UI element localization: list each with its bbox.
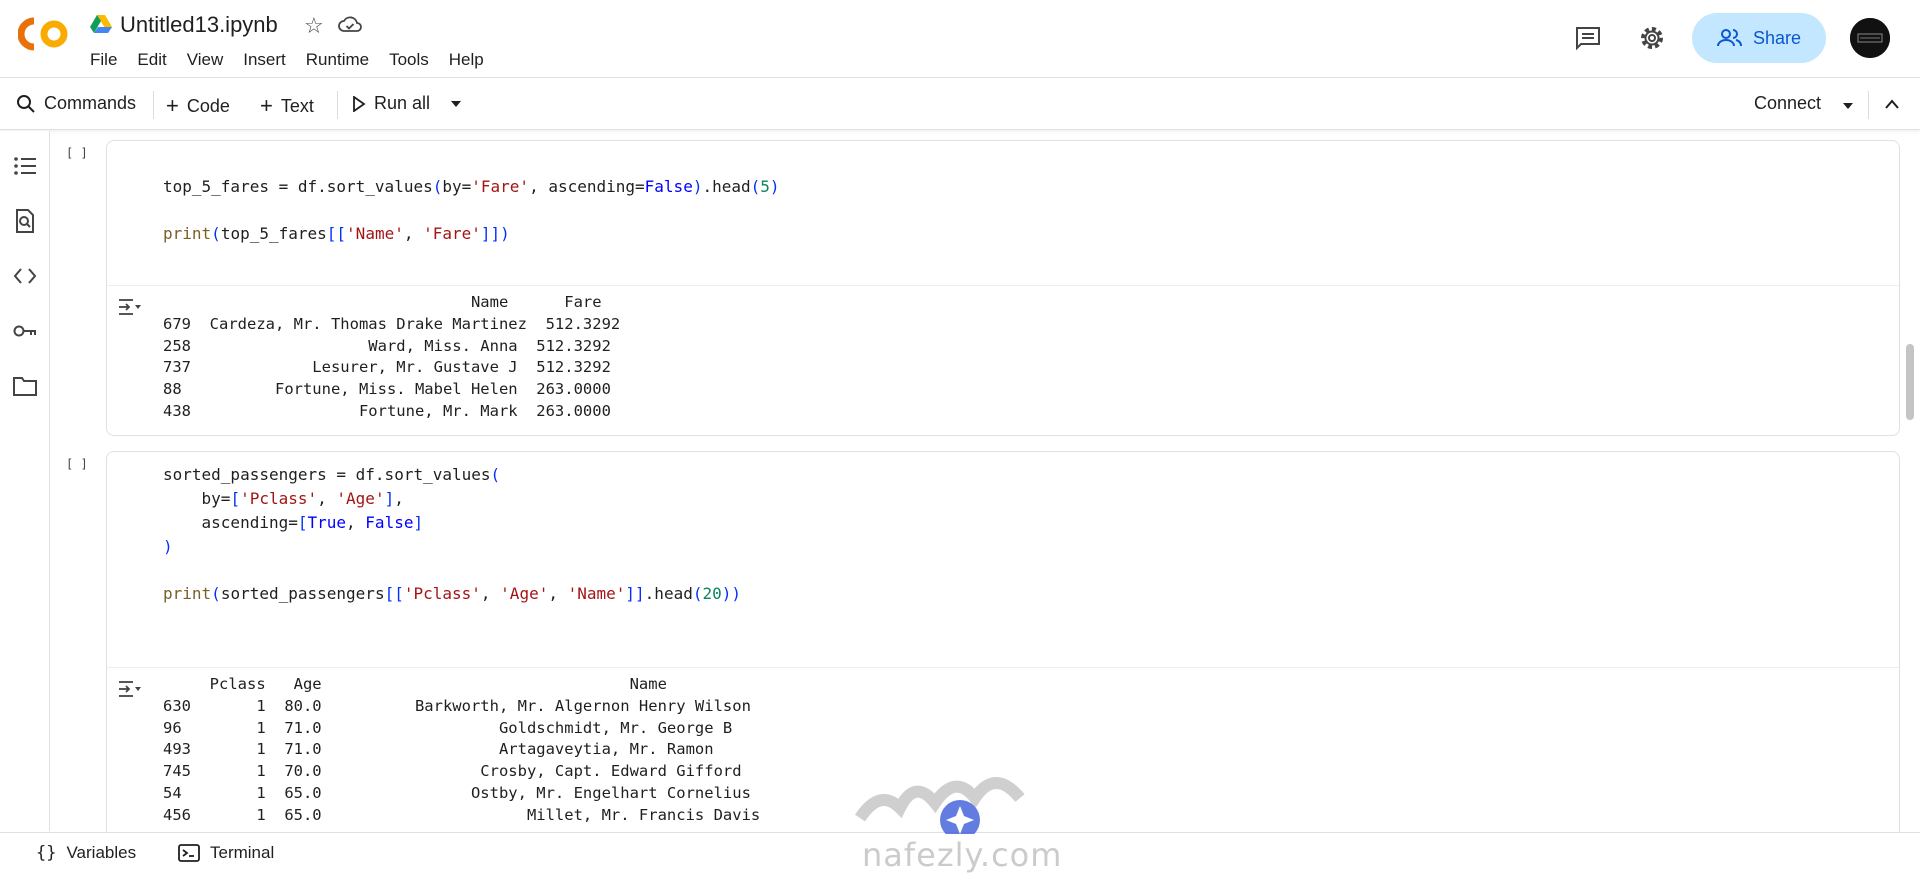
share-button[interactable]: Share bbox=[1692, 13, 1826, 63]
collapse-chevron-up-icon[interactable] bbox=[1884, 98, 1900, 110]
caret-down-icon bbox=[451, 101, 461, 107]
code-line: top_5_fares = df.sort_values(by='Fare', … bbox=[163, 177, 780, 196]
run-all-dropdown[interactable] bbox=[450, 100, 462, 108]
notebook-title[interactable]: Untitled13.ipynb bbox=[120, 12, 278, 38]
output-line: 54 1 65.0 Ostby, Mr. Engelhart Cornelius bbox=[163, 783, 751, 802]
app-header: Untitled13.ipynb ☆ File Edit View Insert… bbox=[0, 0, 1920, 78]
curly-braces-icon: {} bbox=[36, 843, 57, 863]
people-icon bbox=[1716, 29, 1742, 47]
output-line: 438 Fortune, Mr. Mark 263.0000 bbox=[163, 401, 611, 420]
output-line: 630 1 80.0 Barkworth, Mr. Algernon Henry… bbox=[163, 696, 751, 715]
add-text-button[interactable]: + Text bbox=[260, 93, 314, 119]
settings-gear-icon[interactable] bbox=[1638, 24, 1666, 52]
plus-icon: + bbox=[260, 93, 273, 118]
search-icon bbox=[17, 94, 35, 113]
output-line: Name Fare bbox=[163, 293, 602, 311]
variables-label: Variables bbox=[66, 843, 137, 862]
terminal-icon bbox=[178, 844, 200, 862]
add-code-button[interactable]: + Code bbox=[166, 93, 230, 119]
table-of-contents-icon[interactable] bbox=[12, 153, 38, 179]
play-icon bbox=[353, 95, 366, 112]
menu-file[interactable]: File bbox=[90, 50, 117, 70]
output-text: Name Fare 679 Cardeza, Mr. Thomas Drake M… bbox=[163, 292, 620, 423]
plus-icon: + bbox=[166, 93, 179, 118]
google-drive-icon bbox=[90, 15, 112, 33]
watermark: nafezly.com bbox=[850, 758, 1070, 874]
menu-help[interactable]: Help bbox=[449, 50, 484, 70]
code-snippets-icon[interactable] bbox=[12, 263, 38, 289]
left-rail bbox=[0, 131, 50, 831]
menu-insert[interactable]: Insert bbox=[243, 50, 286, 70]
cell-run-button[interactable]: [ ] bbox=[66, 146, 88, 160]
code-cell[interactable]: top_5_fares = df.sort_values(by='Fare', … bbox=[106, 140, 1900, 436]
output-line: 96 1 71.0 Goldschmidt, Mr. George B bbox=[163, 718, 733, 737]
code-line: print(top_5_fares[['Name', 'Fare']]) bbox=[163, 224, 510, 243]
vertical-scrollbar-thumb[interactable] bbox=[1906, 344, 1914, 420]
cell-output: Name Fare 679 Cardeza, Mr. Thomas Drake M… bbox=[107, 285, 1899, 435]
output-line: 493 1 71.0 Artagaveytia, Mr. Ramon bbox=[163, 740, 714, 759]
output-line: 745 1 70.0 Crosby, Capt. Edward Gifford bbox=[163, 762, 742, 781]
output-actions-icon[interactable] bbox=[117, 296, 143, 318]
menu-edit[interactable]: Edit bbox=[137, 50, 166, 70]
find-in-document-icon[interactable] bbox=[12, 208, 38, 234]
output-line: 258 Ward, Miss. Anna 512.3292 bbox=[163, 336, 611, 355]
comment-icon[interactable] bbox=[1574, 25, 1602, 51]
commands-button[interactable]: Commands bbox=[16, 93, 136, 114]
connect-button[interactable]: Connect bbox=[1754, 93, 1821, 114]
notebook-toolbar: Commands + Code + Text Run all Connect bbox=[0, 80, 1920, 130]
menu-bar: File Edit View Insert Runtime Tools Help bbox=[90, 50, 504, 70]
avatar-image bbox=[1850, 18, 1890, 58]
colab-logo[interactable] bbox=[18, 16, 70, 52]
toolbar-divider bbox=[153, 91, 154, 119]
menu-runtime[interactable]: Runtime bbox=[306, 50, 369, 70]
code-editor[interactable]: top_5_fares = df.sort_values(by='Fare', … bbox=[107, 141, 1899, 285]
text-label: Text bbox=[280, 95, 314, 116]
output-text: Pclass Age Name 630 1 80.0 Barkworth, Mr.… bbox=[163, 674, 760, 827]
toolbar-divider bbox=[337, 91, 338, 119]
folder-icon[interactable] bbox=[12, 373, 38, 399]
code-line: ascending=[True, False] bbox=[163, 513, 424, 532]
cell-run-button[interactable]: [ ] bbox=[66, 457, 88, 471]
variables-button[interactable]: {} Variables bbox=[36, 843, 136, 863]
commands-label: Commands bbox=[44, 93, 137, 113]
terminal-button[interactable]: Terminal bbox=[178, 843, 274, 863]
watermark-logo bbox=[855, 777, 1025, 840]
avatar[interactable] bbox=[1850, 18, 1890, 58]
code-line: by=['Pclass', 'Age'], bbox=[163, 489, 404, 508]
cloud-saved-icon[interactable] bbox=[338, 14, 362, 36]
code-label: Code bbox=[186, 95, 230, 116]
watermark-text: nafezly.com bbox=[862, 836, 1063, 874]
menu-tools[interactable]: Tools bbox=[389, 50, 429, 70]
run-all-button[interactable]: Run all bbox=[352, 93, 430, 114]
code-editor[interactable]: sorted_passengers = df.sort_values( by=[… bbox=[107, 452, 1899, 667]
menu-view[interactable]: View bbox=[187, 50, 224, 70]
share-label: Share bbox=[1752, 27, 1802, 48]
output-line: 679 Cardeza, Mr. Thomas Drake Martinez 5… bbox=[163, 314, 621, 333]
secrets-key-icon[interactable] bbox=[12, 318, 38, 344]
code-line: ) bbox=[163, 537, 173, 556]
toolbar-divider bbox=[1868, 91, 1869, 119]
star-icon[interactable]: ☆ bbox=[304, 13, 324, 39]
output-actions-icon[interactable] bbox=[117, 678, 143, 700]
connect-dropdown-icon[interactable] bbox=[1842, 102, 1854, 110]
run-all-label: Run all bbox=[374, 93, 431, 113]
output-line: 88 Fortune, Miss. Mabel Helen 263.0000 bbox=[163, 380, 611, 399]
code-line: sorted_passengers = df.sort_values( bbox=[163, 465, 501, 484]
output-line: 737 Lesurer, Mr. Gustave J 512.3292 bbox=[163, 358, 611, 377]
output-line: 456 1 65.0 Millet, Mr. Francis Davis bbox=[163, 805, 761, 824]
output-line: Pclass Age Name bbox=[163, 675, 667, 693]
code-line: print(sorted_passengers[['Pclass', 'Age'… bbox=[163, 584, 742, 603]
terminal-label: Terminal bbox=[210, 843, 275, 862]
